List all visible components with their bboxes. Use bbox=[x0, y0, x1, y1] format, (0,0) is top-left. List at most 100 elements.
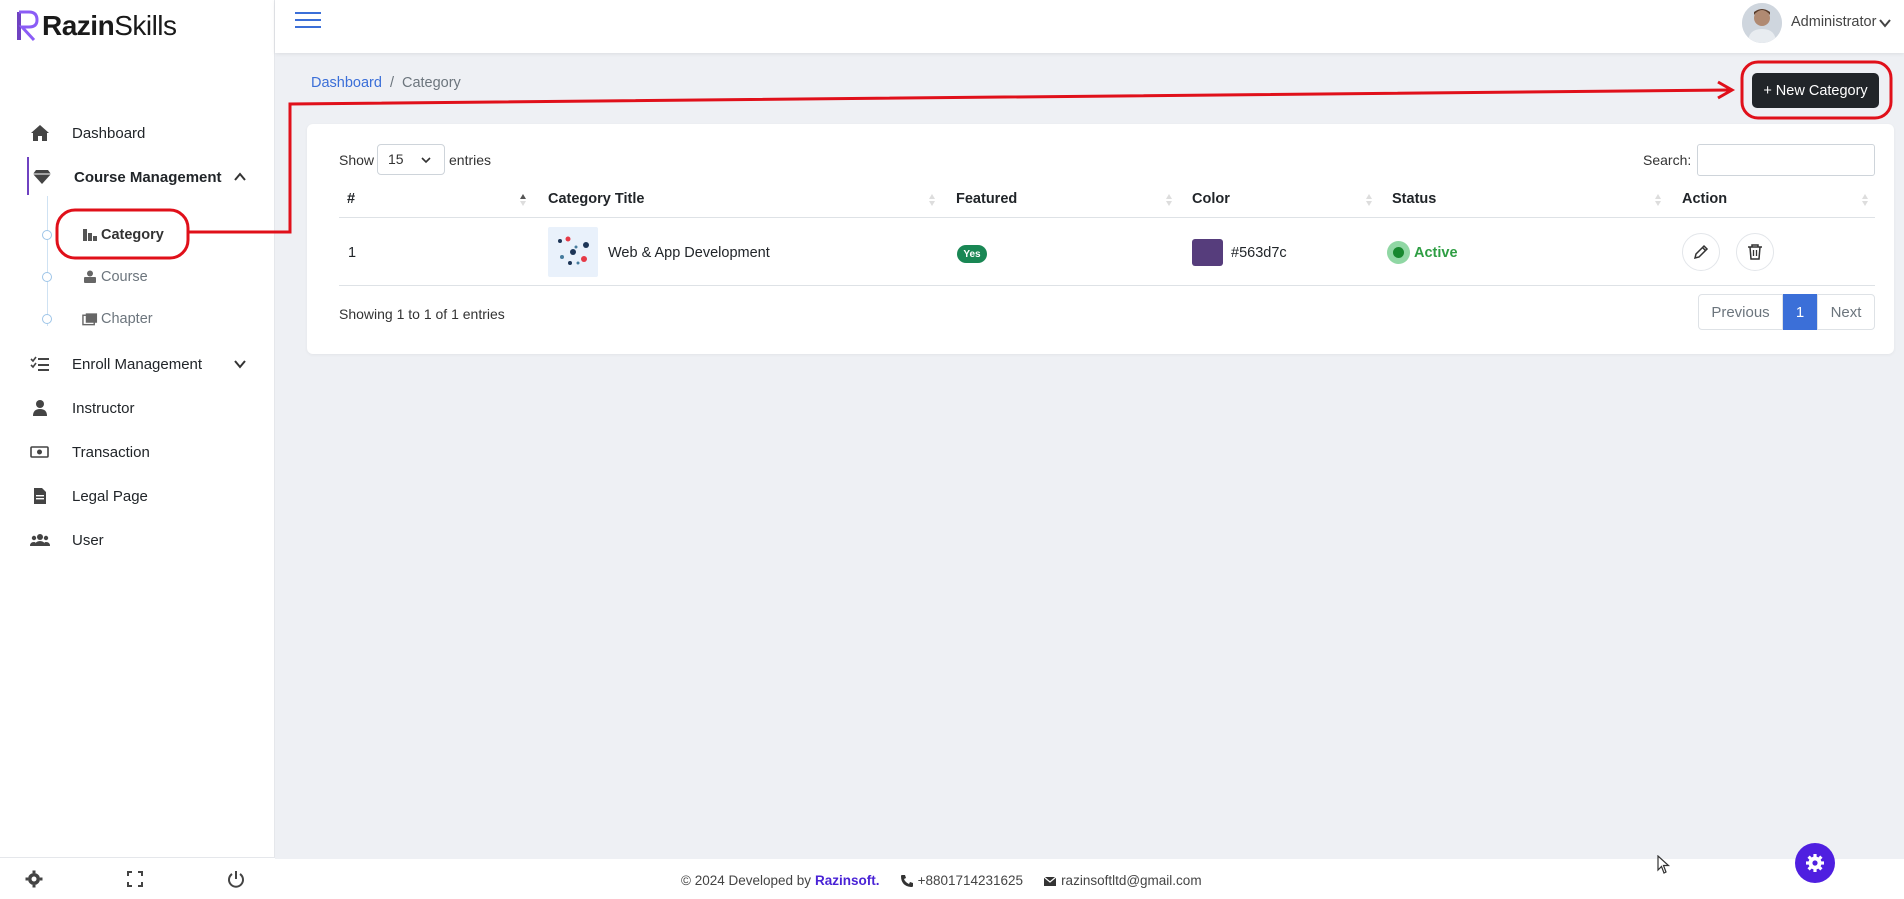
sidebar-item-label: Transaction bbox=[72, 443, 150, 461]
logo-text: RazinSkills bbox=[42, 10, 177, 41]
featured-badge: Yes bbox=[957, 245, 987, 263]
mouse-cursor-icon bbox=[1657, 855, 1671, 874]
sidebar-subitem-label: Category bbox=[101, 227, 164, 243]
chevron-down-icon[interactable] bbox=[1878, 16, 1892, 30]
file-icon bbox=[30, 486, 50, 506]
power-icon[interactable] bbox=[225, 868, 247, 890]
category-icon bbox=[82, 227, 98, 243]
sidebar-item-label: Course Management bbox=[74, 168, 222, 186]
search-input[interactable] bbox=[1697, 144, 1875, 176]
gem-icon bbox=[32, 167, 52, 187]
edit-button[interactable] bbox=[1682, 233, 1720, 271]
breadcrumb-separator: / bbox=[389, 75, 394, 91]
gear-icon bbox=[1806, 854, 1824, 872]
entries-label: entries bbox=[449, 152, 492, 168]
sort-icon[interactable] bbox=[1861, 192, 1869, 208]
sidebar-item-label: Legal Page bbox=[72, 487, 148, 505]
users-icon bbox=[30, 530, 50, 550]
sort-icon[interactable] bbox=[1365, 192, 1373, 208]
show-label: Show bbox=[339, 152, 375, 168]
column-header-index[interactable]: # bbox=[347, 191, 355, 207]
column-header-featured[interactable]: Featured bbox=[956, 191, 1017, 207]
pagination: Previous 1 Next bbox=[1698, 294, 1875, 330]
sidebar-subitem-label: Chapter bbox=[101, 311, 153, 327]
next-page-button[interactable]: Next bbox=[1817, 294, 1875, 330]
sidebar-item-label: Enroll Management bbox=[72, 355, 203, 373]
page-1-button[interactable]: 1 bbox=[1783, 294, 1817, 330]
status-indicator[interactable] bbox=[1387, 241, 1410, 264]
sidebar-item-course-management[interactable]: Course Management bbox=[0, 157, 274, 197]
chevron-down-icon bbox=[421, 157, 431, 164]
sidebar-item-dashboard[interactable]: Dashboard bbox=[0, 113, 274, 153]
page-size-select[interactable]: 15 bbox=[377, 144, 445, 175]
sort-icon[interactable] bbox=[928, 192, 936, 208]
divider bbox=[339, 217, 1875, 218]
sort-icon[interactable] bbox=[1654, 192, 1662, 208]
home-icon bbox=[30, 123, 50, 143]
copyright-text: © 2024 Developed by bbox=[681, 873, 812, 888]
annotation-arrowhead bbox=[1717, 80, 1736, 100]
footer-phone[interactable]: +8801714231625 bbox=[918, 873, 1024, 888]
footer-email[interactable]: razinsoftltd@gmail.com bbox=[1061, 873, 1202, 888]
row-index: 1 bbox=[348, 245, 357, 261]
color-swatch bbox=[1192, 239, 1223, 266]
sidebar-item-enroll-management[interactable]: Enroll Management bbox=[0, 344, 274, 384]
footer-text: © 2024 Developed by Razinsoft. +88017142… bbox=[681, 873, 1202, 888]
money-icon bbox=[30, 442, 50, 462]
user-name[interactable]: Administrator bbox=[1791, 14, 1876, 30]
sidebar-footer bbox=[0, 857, 275, 899]
sidebar-item-legal-page[interactable]: Legal Page bbox=[0, 476, 274, 516]
color-value: #563d7c bbox=[1231, 245, 1287, 261]
sidebar-subitem-course[interactable]: Course bbox=[0, 260, 274, 294]
column-header-action[interactable]: Action bbox=[1682, 191, 1727, 207]
settings-fab-button[interactable] bbox=[1795, 843, 1835, 883]
breadcrumb-home-link[interactable]: Dashboard bbox=[311, 75, 382, 91]
sidebar: RazinSkills Dashboard Course Management … bbox=[0, 0, 275, 899]
user-tie-icon bbox=[30, 398, 50, 418]
column-header-color[interactable]: Color bbox=[1192, 191, 1230, 207]
sidebar-item-instructor[interactable]: Instructor bbox=[0, 388, 274, 428]
pencil-icon bbox=[1693, 244, 1709, 260]
sidebar-item-label: User bbox=[72, 531, 104, 549]
fullscreen-icon[interactable] bbox=[124, 868, 146, 890]
phone-icon bbox=[900, 874, 913, 887]
sidebar-subitem-label: Course bbox=[101, 269, 148, 285]
sort-asc-icon[interactable] bbox=[519, 192, 527, 208]
page-size-value: 15 bbox=[388, 151, 404, 167]
chevron-up-icon bbox=[234, 172, 246, 181]
logo-mark-icon bbox=[17, 10, 39, 42]
sidebar-item-label: Dashboard bbox=[72, 124, 146, 142]
submenu-dot bbox=[42, 314, 52, 324]
logo[interactable]: RazinSkills bbox=[16, 8, 177, 44]
trash-icon bbox=[1748, 244, 1762, 260]
submenu-dot bbox=[42, 230, 52, 240]
divider bbox=[339, 285, 1875, 286]
sort-icon[interactable] bbox=[1165, 192, 1173, 208]
table-info: Showing 1 to 1 of 1 entries bbox=[339, 306, 505, 322]
hamburger-menu-icon[interactable] bbox=[295, 12, 321, 32]
chapter-icon bbox=[82, 311, 98, 327]
previous-page-button[interactable]: Previous bbox=[1698, 294, 1783, 330]
topbar: Administrator bbox=[275, 0, 1904, 53]
category-thumbnail bbox=[548, 227, 598, 277]
settings-icon[interactable] bbox=[23, 868, 45, 890]
column-header-status[interactable]: Status bbox=[1392, 191, 1436, 207]
breadcrumb-current: Category bbox=[401, 75, 461, 91]
submenu-dot bbox=[42, 272, 52, 282]
new-category-button[interactable]: + New Category bbox=[1752, 73, 1879, 108]
brand-link[interactable]: Razinsoft. bbox=[815, 873, 880, 888]
category-table-card: Show 15 entries Search: # Category Title… bbox=[307, 124, 1894, 354]
delete-button[interactable] bbox=[1736, 233, 1774, 271]
breadcrumb: Dashboard / Category bbox=[311, 75, 461, 91]
sidebar-subitem-chapter[interactable]: Chapter bbox=[0, 302, 274, 336]
sidebar-subitem-category[interactable]: Category bbox=[0, 218, 274, 252]
sidebar-item-user[interactable]: User bbox=[0, 520, 274, 560]
sidebar-item-transaction[interactable]: Transaction bbox=[0, 432, 274, 472]
avatar[interactable] bbox=[1742, 3, 1782, 43]
course-icon bbox=[82, 269, 98, 285]
sidebar-item-label: Instructor bbox=[72, 399, 135, 417]
column-header-title[interactable]: Category Title bbox=[548, 191, 644, 207]
category-title: Web & App Development bbox=[608, 245, 770, 261]
envelope-icon bbox=[1043, 876, 1057, 886]
chevron-down-icon bbox=[234, 360, 246, 369]
